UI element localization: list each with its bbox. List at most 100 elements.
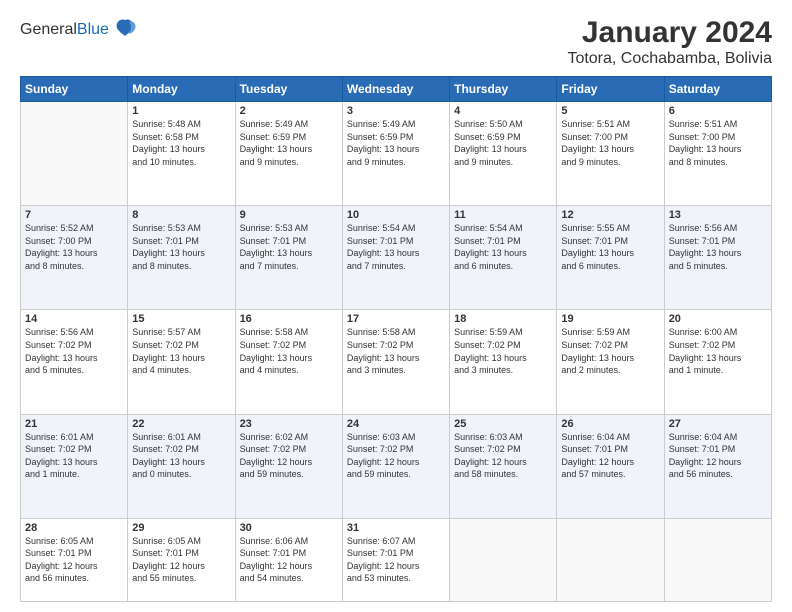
day-info: Sunrise: 6:01 AM Sunset: 7:02 PM Dayligh… <box>132 431 230 481</box>
calendar-cell <box>21 102 128 206</box>
day-number: 12 <box>561 209 659 221</box>
day-info: Sunrise: 6:04 AM Sunset: 7:01 PM Dayligh… <box>561 431 659 481</box>
logo-text: GeneralBlue <box>20 21 109 39</box>
col-monday: Monday <box>128 77 235 102</box>
calendar-cell: 10Sunrise: 5:54 AM Sunset: 7:01 PM Dayli… <box>342 206 449 310</box>
calendar: Sunday Monday Tuesday Wednesday Thursday… <box>20 76 772 602</box>
day-info: Sunrise: 5:56 AM Sunset: 7:01 PM Dayligh… <box>669 222 767 272</box>
calendar-cell: 19Sunrise: 5:59 AM Sunset: 7:02 PM Dayli… <box>557 310 664 414</box>
day-number: 25 <box>454 418 552 430</box>
calendar-cell: 13Sunrise: 5:56 AM Sunset: 7:01 PM Dayli… <box>664 206 771 310</box>
day-info: Sunrise: 6:05 AM Sunset: 7:01 PM Dayligh… <box>25 535 123 585</box>
calendar-cell: 6Sunrise: 5:51 AM Sunset: 7:00 PM Daylig… <box>664 102 771 206</box>
day-number: 4 <box>454 105 552 117</box>
day-info: Sunrise: 6:03 AM Sunset: 7:02 PM Dayligh… <box>347 431 445 481</box>
day-info: Sunrise: 6:02 AM Sunset: 7:02 PM Dayligh… <box>240 431 338 481</box>
day-number: 17 <box>347 313 445 325</box>
day-info: Sunrise: 6:07 AM Sunset: 7:01 PM Dayligh… <box>347 535 445 585</box>
calendar-cell: 12Sunrise: 5:55 AM Sunset: 7:01 PM Dayli… <box>557 206 664 310</box>
day-number: 6 <box>669 105 767 117</box>
day-number: 9 <box>240 209 338 221</box>
page: GeneralBlue January 2024 Totora, Cochaba… <box>0 0 792 612</box>
day-info: Sunrise: 5:59 AM Sunset: 7:02 PM Dayligh… <box>561 326 659 376</box>
calendar-cell: 22Sunrise: 6:01 AM Sunset: 7:02 PM Dayli… <box>128 414 235 518</box>
day-info: Sunrise: 6:03 AM Sunset: 7:02 PM Dayligh… <box>454 431 552 481</box>
day-info: Sunrise: 5:54 AM Sunset: 7:01 PM Dayligh… <box>454 222 552 272</box>
calendar-week-row: 1Sunrise: 5:48 AM Sunset: 6:58 PM Daylig… <box>21 102 772 206</box>
calendar-cell: 8Sunrise: 5:53 AM Sunset: 7:01 PM Daylig… <box>128 206 235 310</box>
calendar-cell: 28Sunrise: 6:05 AM Sunset: 7:01 PM Dayli… <box>21 518 128 601</box>
day-number: 5 <box>561 105 659 117</box>
day-info: Sunrise: 5:57 AM Sunset: 7:02 PM Dayligh… <box>132 326 230 376</box>
day-info: Sunrise: 6:01 AM Sunset: 7:02 PM Dayligh… <box>25 431 123 481</box>
day-number: 3 <box>347 105 445 117</box>
day-info: Sunrise: 5:49 AM Sunset: 6:59 PM Dayligh… <box>240 118 338 168</box>
calendar-cell: 24Sunrise: 6:03 AM Sunset: 7:02 PM Dayli… <box>342 414 449 518</box>
day-number: 27 <box>669 418 767 430</box>
calendar-cell: 27Sunrise: 6:04 AM Sunset: 7:01 PM Dayli… <box>664 414 771 518</box>
day-number: 16 <box>240 313 338 325</box>
calendar-cell: 14Sunrise: 5:56 AM Sunset: 7:02 PM Dayli… <box>21 310 128 414</box>
day-number: 1 <box>132 105 230 117</box>
calendar-subtitle: Totora, Cochabamba, Bolivia <box>567 50 772 68</box>
day-number: 21 <box>25 418 123 430</box>
day-number: 7 <box>25 209 123 221</box>
day-number: 8 <box>132 209 230 221</box>
col-thursday: Thursday <box>450 77 557 102</box>
col-sunday: Sunday <box>21 77 128 102</box>
calendar-cell: 11Sunrise: 5:54 AM Sunset: 7:01 PM Dayli… <box>450 206 557 310</box>
calendar-week-row: 21Sunrise: 6:01 AM Sunset: 7:02 PM Dayli… <box>21 414 772 518</box>
calendar-header-row: Sunday Monday Tuesday Wednesday Thursday… <box>21 77 772 102</box>
calendar-cell: 21Sunrise: 6:01 AM Sunset: 7:02 PM Dayli… <box>21 414 128 518</box>
logo: GeneralBlue <box>20 16 139 44</box>
calendar-cell: 25Sunrise: 6:03 AM Sunset: 7:02 PM Dayli… <box>450 414 557 518</box>
day-number: 2 <box>240 105 338 117</box>
col-saturday: Saturday <box>664 77 771 102</box>
day-number: 19 <box>561 313 659 325</box>
calendar-cell: 18Sunrise: 5:59 AM Sunset: 7:02 PM Dayli… <box>450 310 557 414</box>
day-info: Sunrise: 6:05 AM Sunset: 7:01 PM Dayligh… <box>132 535 230 585</box>
day-info: Sunrise: 5:58 AM Sunset: 7:02 PM Dayligh… <box>240 326 338 376</box>
day-number: 31 <box>347 522 445 534</box>
day-info: Sunrise: 5:51 AM Sunset: 7:00 PM Dayligh… <box>561 118 659 168</box>
day-info: Sunrise: 5:50 AM Sunset: 6:59 PM Dayligh… <box>454 118 552 168</box>
calendar-cell: 3Sunrise: 5:49 AM Sunset: 6:59 PM Daylig… <box>342 102 449 206</box>
calendar-table: Sunday Monday Tuesday Wednesday Thursday… <box>20 76 772 602</box>
calendar-cell: 31Sunrise: 6:07 AM Sunset: 7:01 PM Dayli… <box>342 518 449 601</box>
day-number: 18 <box>454 313 552 325</box>
calendar-week-row: 7Sunrise: 5:52 AM Sunset: 7:00 PM Daylig… <box>21 206 772 310</box>
day-info: Sunrise: 5:51 AM Sunset: 7:00 PM Dayligh… <box>669 118 767 168</box>
day-info: Sunrise: 6:04 AM Sunset: 7:01 PM Dayligh… <box>669 431 767 481</box>
calendar-cell <box>557 518 664 601</box>
calendar-cell: 29Sunrise: 6:05 AM Sunset: 7:01 PM Dayli… <box>128 518 235 601</box>
calendar-cell: 17Sunrise: 5:58 AM Sunset: 7:02 PM Dayli… <box>342 310 449 414</box>
day-number: 10 <box>347 209 445 221</box>
calendar-cell: 2Sunrise: 5:49 AM Sunset: 6:59 PM Daylig… <box>235 102 342 206</box>
calendar-cell: 7Sunrise: 5:52 AM Sunset: 7:00 PM Daylig… <box>21 206 128 310</box>
day-info: Sunrise: 5:53 AM Sunset: 7:01 PM Dayligh… <box>132 222 230 272</box>
calendar-cell: 30Sunrise: 6:06 AM Sunset: 7:01 PM Dayli… <box>235 518 342 601</box>
calendar-week-row: 28Sunrise: 6:05 AM Sunset: 7:01 PM Dayli… <box>21 518 772 601</box>
day-info: Sunrise: 5:56 AM Sunset: 7:02 PM Dayligh… <box>25 326 123 376</box>
title-block: January 2024 Totora, Cochabamba, Bolivia <box>567 16 772 68</box>
day-number: 30 <box>240 522 338 534</box>
day-number: 13 <box>669 209 767 221</box>
day-number: 23 <box>240 418 338 430</box>
day-number: 20 <box>669 313 767 325</box>
header: GeneralBlue January 2024 Totora, Cochaba… <box>20 16 772 68</box>
day-number: 29 <box>132 522 230 534</box>
day-info: Sunrise: 5:55 AM Sunset: 7:01 PM Dayligh… <box>561 222 659 272</box>
calendar-week-row: 14Sunrise: 5:56 AM Sunset: 7:02 PM Dayli… <box>21 310 772 414</box>
calendar-cell: 15Sunrise: 5:57 AM Sunset: 7:02 PM Dayli… <box>128 310 235 414</box>
day-number: 24 <box>347 418 445 430</box>
day-info: Sunrise: 5:54 AM Sunset: 7:01 PM Dayligh… <box>347 222 445 272</box>
calendar-cell: 4Sunrise: 5:50 AM Sunset: 6:59 PM Daylig… <box>450 102 557 206</box>
col-tuesday: Tuesday <box>235 77 342 102</box>
calendar-cell: 9Sunrise: 5:53 AM Sunset: 7:01 PM Daylig… <box>235 206 342 310</box>
calendar-cell <box>450 518 557 601</box>
calendar-cell: 20Sunrise: 6:00 AM Sunset: 7:02 PM Dayli… <box>664 310 771 414</box>
logo-bird-icon <box>111 16 139 44</box>
day-number: 14 <box>25 313 123 325</box>
day-info: Sunrise: 5:49 AM Sunset: 6:59 PM Dayligh… <box>347 118 445 168</box>
day-number: 28 <box>25 522 123 534</box>
